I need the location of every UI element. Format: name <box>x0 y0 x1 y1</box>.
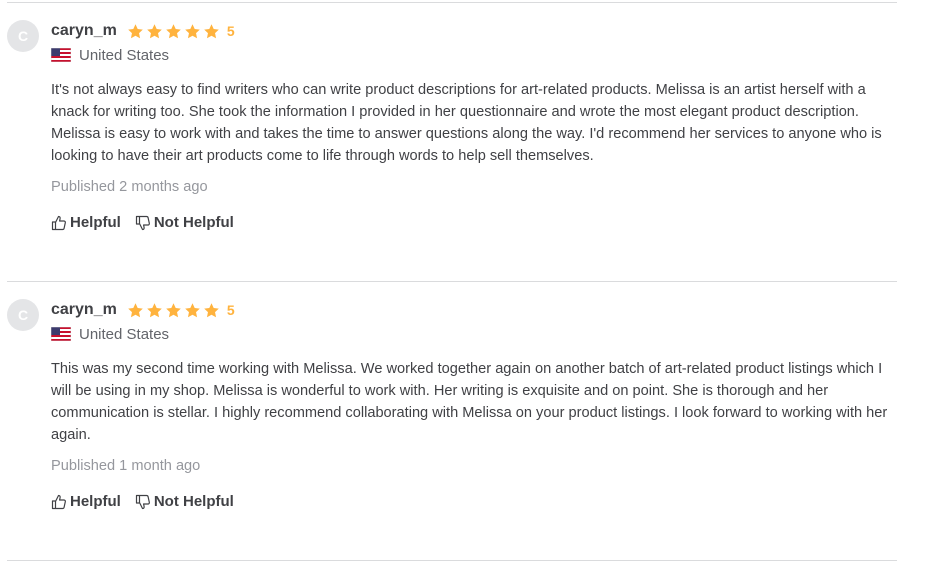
helpful-actions: Helpful Not Helpful <box>51 214 234 231</box>
star-icon <box>184 302 201 319</box>
country-name: United States <box>79 325 170 343</box>
review-item: C caryn_m 5 United States It's not alway… <box>7 20 899 250</box>
review-item: C caryn_m 5 United States This was my se… <box>7 299 899 529</box>
us-flag-icon <box>51 327 71 341</box>
star-icon <box>146 23 163 40</box>
not-helpful-button[interactable]: Not Helpful <box>135 214 234 231</box>
review-divider <box>7 2 897 3</box>
helpful-label: Helpful <box>70 214 121 231</box>
star-icon <box>165 23 182 40</box>
star-icon <box>165 302 182 319</box>
rating-value: 5 <box>226 23 235 39</box>
username[interactable]: caryn_m <box>51 22 117 40</box>
star-rating: 5 <box>127 23 235 40</box>
star-rating: 5 <box>127 302 235 319</box>
username[interactable]: caryn_m <box>51 301 117 319</box>
review-divider <box>7 281 897 282</box>
reviewer-country: United States <box>51 324 169 344</box>
published-date: Published 2 months ago <box>51 179 208 195</box>
avatar[interactable]: C <box>7 20 39 52</box>
helpful-label: Helpful <box>70 493 121 510</box>
thumbs-up-icon <box>51 215 66 230</box>
country-name: United States <box>79 46 170 64</box>
star-icon <box>146 302 163 319</box>
review-header: caryn_m 5 <box>51 299 235 321</box>
star-icon <box>203 23 220 40</box>
not-helpful-label: Not Helpful <box>153 493 234 510</box>
reviewer-country: United States <box>51 45 169 65</box>
us-flag-icon <box>51 48 71 62</box>
thumbs-down-icon <box>135 494 150 509</box>
star-icon <box>127 23 144 40</box>
star-icon <box>127 302 144 319</box>
helpful-button[interactable]: Helpful <box>51 493 121 510</box>
thumbs-down-icon <box>135 215 150 230</box>
not-helpful-label: Not Helpful <box>153 214 234 231</box>
star-icon <box>184 23 201 40</box>
rating-value: 5 <box>226 302 235 318</box>
star-icon <box>203 302 220 319</box>
not-helpful-button[interactable]: Not Helpful <box>135 493 234 510</box>
review-header: caryn_m 5 <box>51 20 235 42</box>
thumbs-up-icon <box>51 494 66 509</box>
review-text: It's not always easy to find writers who… <box>51 82 882 164</box>
helpful-button[interactable]: Helpful <box>51 214 121 231</box>
helpful-actions: Helpful Not Helpful <box>51 493 234 510</box>
review-text: This was my second time working with Mel… <box>51 361 888 443</box>
published-date: Published 1 month ago <box>51 458 201 474</box>
avatar[interactable]: C <box>7 299 39 331</box>
